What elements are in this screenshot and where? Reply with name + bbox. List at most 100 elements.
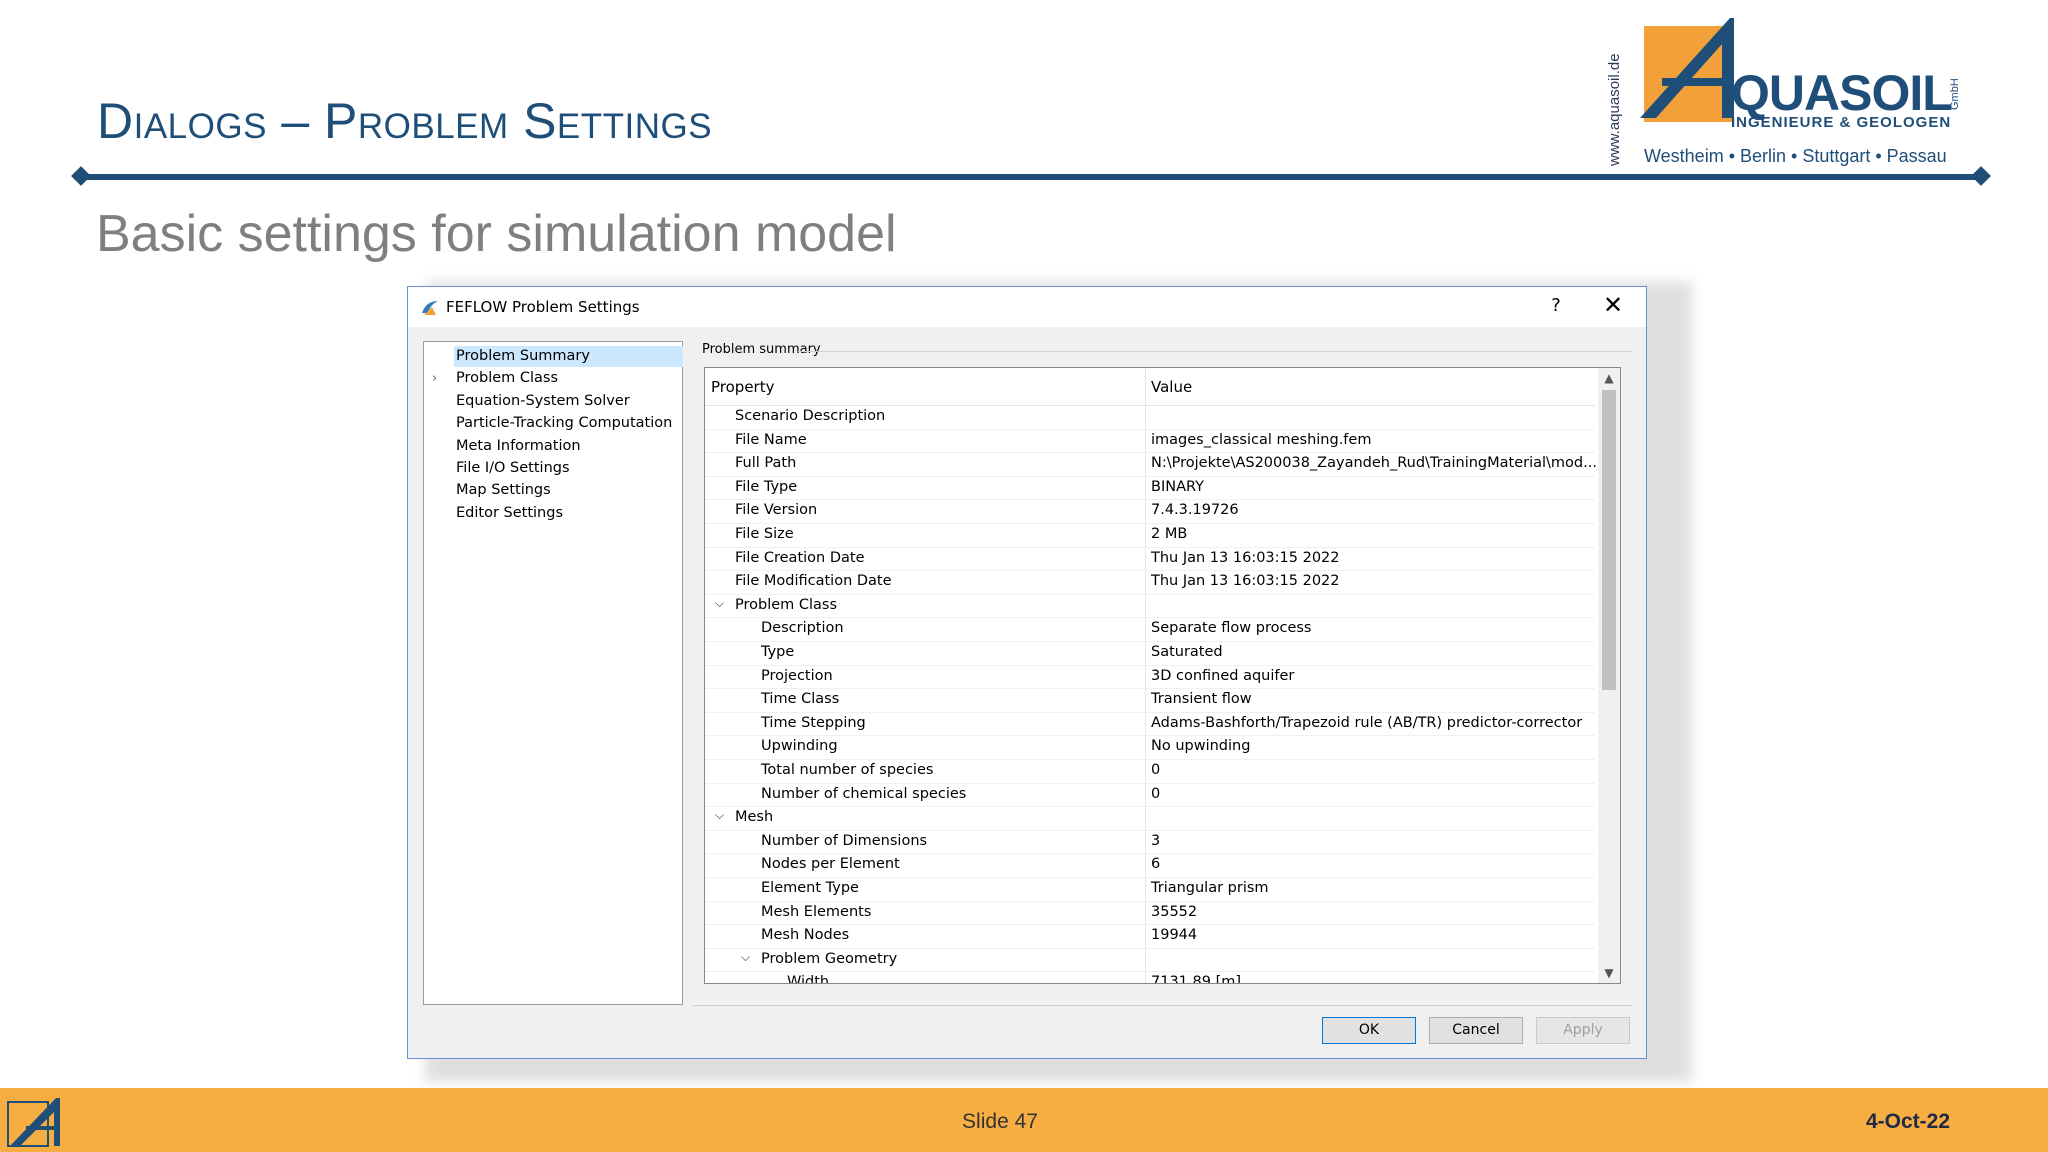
- grid-row[interactable]: Time Class Transient flow: [705, 688, 1595, 713]
- grid-row[interactable]: Time Stepping Adams-Bashforth/Trapezoid r…: [705, 712, 1595, 737]
- nav-item[interactable]: Meta Information: [424, 436, 682, 457]
- property-value: Transient flow: [1151, 691, 1252, 708]
- chevron-down-icon[interactable]: ⌵: [715, 596, 724, 611]
- dialog-titlebar[interactable]: FEFLOW Problem Settings ? ✕: [408, 287, 1646, 327]
- slide-title: Dialogs – Problem Settings: [97, 93, 713, 149]
- feflow-app-icon: [422, 301, 438, 315]
- property-name: Upwinding: [761, 738, 838, 755]
- property-name: Element Type: [761, 880, 859, 896]
- grid-row[interactable]: File Type BINARY: [705, 476, 1595, 501]
- slide-subtitle: Basic settings for simulation model: [96, 205, 897, 263]
- property-value: 3D confined aquifer: [1151, 667, 1295, 684]
- grid-group-row[interactable]: ⌵ Problem Geometry: [705, 948, 1595, 973]
- header-property[interactable]: Property: [711, 378, 774, 396]
- scroll-down-icon[interactable]: ▼: [1598, 963, 1620, 983]
- nav-item-label: Particle-Tracking Computation: [456, 415, 673, 432]
- property-name: Description: [761, 620, 844, 637]
- property-value: 7131.89 [m]: [1151, 974, 1242, 984]
- property-value: Saturated: [1151, 644, 1223, 660]
- title-divider: [78, 174, 1978, 180]
- property-name: Nodes per Element: [761, 856, 900, 873]
- cancel-button[interactable]: Cancel: [1429, 1017, 1523, 1044]
- grid-row[interactable]: File Creation Date Thu Jan 13 16:03:15 20…: [705, 547, 1595, 572]
- grid-row[interactable]: Number of Dimensions 3: [705, 830, 1595, 855]
- slide-number: Slide 47: [962, 1110, 1038, 1133]
- nav-item-label: Problem Summary: [454, 346, 683, 367]
- nav-item[interactable]: Map Settings: [424, 480, 682, 501]
- nav-item[interactable]: Problem Summary: [424, 346, 683, 367]
- property-value: Thu Jan 13 16:03:15 2022: [1151, 573, 1340, 590]
- close-button[interactable]: ✕: [1598, 291, 1628, 319]
- grid-row[interactable]: Total number of species 0: [705, 759, 1595, 784]
- logo-tagline: INGENIEURE & GEOLOGEN: [1731, 114, 1952, 131]
- grid-row[interactable]: File Size 2 MB: [705, 523, 1595, 548]
- settings-nav-tree[interactable]: Problem Summary › Problem Class Equation-Sy…: [423, 341, 683, 1005]
- grid-row[interactable]: Mesh Elements 35552: [705, 901, 1595, 926]
- property-value: 6: [1151, 856, 1161, 873]
- grid-group-row[interactable]: ⌵ Problem Class: [705, 594, 1595, 619]
- property-value: 0: [1151, 785, 1161, 802]
- grid-row[interactable]: Scenario Description: [705, 405, 1595, 430]
- nav-item-label: Problem Class: [456, 370, 559, 387]
- grid-row[interactable]: Full Path N:\Projekte\AS200038_Zayandeh_R…: [705, 452, 1597, 477]
- grid-row[interactable]: File Modification Date Thu Jan 13 16:03:1…: [705, 570, 1595, 595]
- chevron-down-icon[interactable]: ⌵: [741, 950, 750, 965]
- property-name: Problem Class: [735, 596, 838, 613]
- grid-row[interactable]: Nodes per Element 6: [705, 853, 1595, 878]
- help-button[interactable]: ?: [1544, 295, 1568, 316]
- chevron-right-icon[interactable]: ›: [432, 368, 437, 389]
- nav-item-label: Meta Information: [456, 437, 581, 454]
- divider-cap-left: [71, 166, 91, 186]
- grid-row[interactable]: Type Saturated: [705, 641, 1595, 666]
- grid-row[interactable]: Element Type Triangular prism: [705, 877, 1595, 902]
- logo-a-mark: [1640, 18, 1734, 118]
- property-name: File Size: [735, 526, 794, 542]
- property-value: Triangular prism: [1151, 880, 1269, 896]
- property-value: No upwinding: [1151, 738, 1251, 755]
- grid-row[interactable]: Number of chemical species 0: [705, 783, 1595, 808]
- apply-button[interactable]: Apply: [1536, 1017, 1630, 1044]
- aquasoil-logo: www.aquasoil.de QUASOIL GmbH INGENIEURE …: [1606, 14, 1961, 174]
- logo-gmbh: GmbH: [1949, 78, 1961, 110]
- property-name: File Modification Date: [735, 573, 892, 590]
- property-name: Full Path: [735, 455, 797, 472]
- property-name: Width: [787, 974, 830, 984]
- group-line: [798, 351, 1632, 352]
- grid-group-row[interactable]: ⌵ Mesh: [705, 806, 1595, 831]
- ok-button[interactable]: OK: [1322, 1017, 1416, 1044]
- scroll-thumb[interactable]: [1602, 390, 1616, 690]
- property-name: Mesh Nodes: [761, 927, 850, 944]
- nav-item[interactable]: Editor Settings: [424, 503, 682, 524]
- property-name: Type: [761, 644, 795, 660]
- property-value: Adams-Bashforth/Trapezoid rule (AB/TR) p…: [1151, 714, 1583, 731]
- property-name: Number of Dimensions: [761, 832, 928, 849]
- property-value: BINARY: [1151, 478, 1204, 495]
- nav-item[interactable]: › Problem Class: [424, 368, 682, 389]
- problem-settings-dialog: FEFLOW Problem Settings ? ✕ Problem Summ…: [407, 286, 1647, 1059]
- property-value: images_classical meshing.fem: [1151, 431, 1372, 448]
- grid-row[interactable]: Projection 3D confined aquifer: [705, 665, 1595, 690]
- nav-item[interactable]: Equation-System Solver: [424, 391, 682, 412]
- vertical-scrollbar[interactable]: ▲ ▼: [1598, 368, 1620, 983]
- property-name: File Creation Date: [735, 549, 865, 566]
- header-value[interactable]: Value: [1151, 378, 1192, 396]
- property-name: Mesh Elements: [761, 903, 872, 920]
- dialog-title: FEFLOW Problem Settings: [446, 298, 640, 316]
- grid-row[interactable]: Upwinding No upwinding: [705, 735, 1595, 760]
- button-separator: [693, 1005, 1633, 1006]
- grid-row[interactable]: File Name images_classical meshing.fem: [705, 429, 1595, 454]
- scroll-up-icon[interactable]: ▲: [1598, 368, 1620, 388]
- nav-item[interactable]: Particle-Tracking Computation: [424, 413, 682, 434]
- grid-row[interactable]: Width 7131.89 [m]: [705, 971, 1595, 984]
- property-value: 7.4.3.19726: [1151, 502, 1239, 519]
- logo-cities: Westheim • Berlin • Stuttgart • Passau: [1644, 146, 1947, 166]
- nav-item[interactable]: File I/O Settings: [424, 458, 682, 479]
- grid-row[interactable]: File Version 7.4.3.19726: [705, 499, 1595, 524]
- property-grid[interactable]: Property Value Scenario Description File …: [704, 367, 1621, 984]
- property-value: 2 MB: [1151, 526, 1188, 542]
- property-name: Total number of species: [761, 762, 934, 778]
- chevron-down-icon[interactable]: ⌵: [715, 808, 724, 823]
- grid-row[interactable]: Mesh Nodes 19944: [705, 924, 1595, 949]
- grid-row[interactable]: Description Separate flow process: [705, 617, 1595, 642]
- property-name: Time Class: [761, 691, 840, 708]
